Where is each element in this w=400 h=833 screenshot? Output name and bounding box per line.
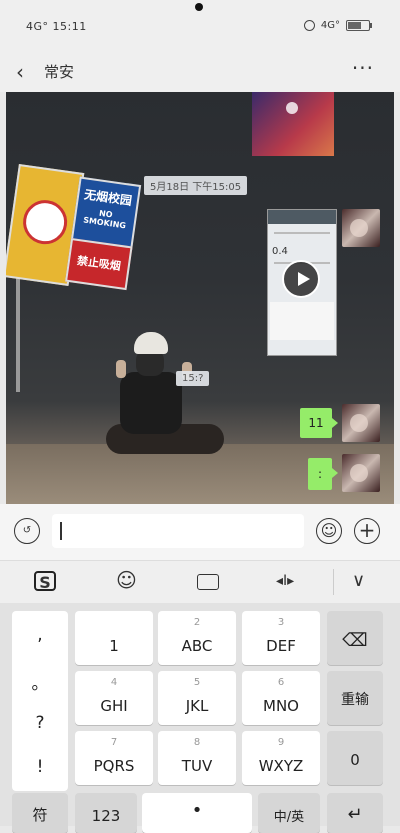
avatar[interactable] <box>342 209 380 247</box>
message-input-bar: ↺ ☺ + <box>0 504 400 561</box>
key-label: 0 <box>350 751 360 769</box>
mic-icon: • <box>191 800 203 821</box>
key-label: 1 <box>109 637 119 655</box>
person-silhouette <box>98 332 238 482</box>
network-label: 4G° <box>320 20 340 31</box>
symbol-key[interactable]: ! <box>12 757 68 777</box>
shared-image-message[interactable] <box>252 92 334 156</box>
enter-icon: ↵ <box>347 804 363 825</box>
key-tuv[interactable]: 8 TUV <box>158 731 236 785</box>
key-ghi[interactable]: 4 GHI <box>75 671 153 725</box>
collapse-keyboard-icon[interactable]: ∨ <box>352 570 365 591</box>
cursor-move-icon[interactable]: ◂I▸ <box>276 573 294 589</box>
key-label: JKL <box>185 697 209 715</box>
key-label: PQRS <box>93 757 135 775</box>
key-jkl[interactable]: 5 JKL <box>158 671 236 725</box>
emoji-icon[interactable]: ☺ <box>116 568 137 592</box>
back-icon[interactable]: ‹ <box>16 60 24 84</box>
sign-red-text: 禁止吸烟 <box>65 237 133 291</box>
text-cursor <box>60 522 62 540</box>
symbol-key[interactable]: 。 <box>12 669 68 694</box>
voice-icon[interactable]: ↺ <box>14 518 40 544</box>
key-1[interactable]: 1 <box>75 611 153 665</box>
status-bar: 4G° 15:11 4G° <box>0 0 400 48</box>
key-abc[interactable]: 2 ABC <box>158 611 236 665</box>
enter-button[interactable]: ↵ <box>327 793 383 833</box>
no-smoking-sign: 无烟校园 NO SMOKING 禁止吸烟 <box>6 163 142 300</box>
battery-icon <box>346 20 372 31</box>
language-switch-button[interactable]: 中/英 <box>258 793 320 833</box>
chat-area[interactable]: 无烟校园 NO SMOKING 禁止吸烟 5月18日 下午15:05 0.4 1… <box>6 92 394 504</box>
video-message[interactable]: 0.4 <box>267 209 337 356</box>
sogou-logo-icon[interactable]: S <box>34 571 56 592</box>
video-thumb-value: 0.4 <box>272 246 288 257</box>
key-label: 123 <box>91 807 121 825</box>
symbol-key[interactable]: ? <box>12 713 68 733</box>
symbol-button[interactable]: 符 <box>12 793 68 833</box>
no-smoking-icon <box>20 197 70 248</box>
t9-keyboard: , 。 ? ! 1 2 ABC 3 DEF ⌫ 4 GHI 5 JKL 6 MNO 重输 … <box>0 603 400 833</box>
front-camera <box>195 3 203 11</box>
chat-title: 常安 <box>44 63 75 81</box>
backspace-icon: ⌫ <box>342 630 368 651</box>
key-0[interactable]: 0 <box>327 731 383 785</box>
reenter-button[interactable]: 重输 <box>327 671 383 725</box>
more-icon[interactable]: ··· <box>352 56 374 80</box>
message-bubble[interactable]: : <box>308 458 338 490</box>
reenter-label: 重输 <box>341 692 369 708</box>
play-icon[interactable] <box>282 260 320 298</box>
key-wxyz[interactable]: 9 WXYZ <box>242 731 320 785</box>
key-label: 符 <box>32 806 48 824</box>
keyboard-icon[interactable] <box>197 574 219 590</box>
key-label: GHI <box>100 697 128 715</box>
key-label: TUV <box>181 757 213 775</box>
status-right: 4G° <box>303 20 372 31</box>
message-input[interactable] <box>52 514 304 548</box>
key-label: DEF <box>266 637 296 655</box>
alarm-icon <box>303 20 315 31</box>
message-time-label: 15:? <box>176 371 210 386</box>
key-label: MNO <box>263 697 299 715</box>
key-label: ABC <box>181 637 213 655</box>
key-label: 中/英 <box>273 810 305 825</box>
status-left: 4G° 15:11 <box>26 20 87 33</box>
number-button[interactable]: 123 <box>75 793 137 833</box>
space-button[interactable]: • <box>142 793 252 833</box>
avatar[interactable] <box>342 454 380 492</box>
emoji-icon[interactable]: ☺ <box>316 518 342 544</box>
key-label: WXYZ <box>258 757 304 775</box>
avatar[interactable] <box>342 404 380 442</box>
plus-icon[interactable]: + <box>354 518 380 544</box>
message-bubble[interactable]: 11 <box>300 408 338 438</box>
keyboard-toolbar: S ☺ ◂I▸ ∨ <box>0 561 400 603</box>
key-def[interactable]: 3 DEF <box>242 611 320 665</box>
backspace-button[interactable]: ⌫ <box>327 611 383 665</box>
symbol-key[interactable]: , <box>12 625 68 645</box>
message-timestamp: 5月18日 下午15:05 <box>144 176 248 195</box>
chat-header: ‹ 常安 ··· <box>0 48 400 92</box>
key-mno[interactable]: 6 MNO <box>242 671 320 725</box>
sign-blue-subtext: NO SMOKING <box>82 208 127 231</box>
key-pqrs[interactable]: 7 PQRS <box>75 731 153 785</box>
symbol-column[interactable]: , 。 ? ! <box>12 611 68 791</box>
